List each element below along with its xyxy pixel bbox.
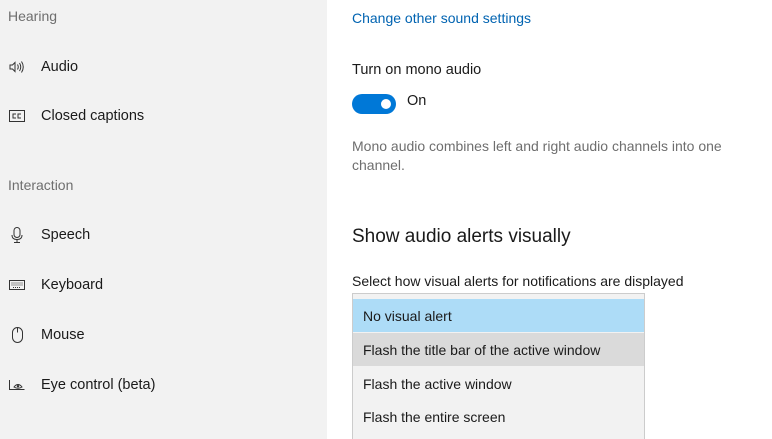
keyboard-icon (8, 276, 26, 294)
dropdown-option-flash-title-bar[interactable]: Flash the title bar of the active window (353, 333, 644, 366)
visual-alert-dropdown-list[interactable]: No visual alert Flash the title bar of t… (352, 293, 645, 439)
sidebar-item-keyboard[interactable]: Keyboard (0, 268, 327, 302)
sidebar-item-speech[interactable]: Speech (0, 218, 327, 252)
mono-audio-description: Mono audio combines left and right audio… (352, 138, 722, 173)
dropdown-option-flash-active-window[interactable]: Flash the active window (353, 367, 644, 400)
sidebar-item-label: Keyboard (41, 277, 104, 293)
visual-alerts-select-label: Select how visual alerts for notificatio… (352, 273, 684, 289)
closed-captions-icon (8, 107, 26, 125)
mono-audio-toggle[interactable] (352, 94, 396, 114)
section-header-interaction: Interaction (8, 177, 74, 193)
mono-audio-label: Turn on mono audio (352, 62, 482, 78)
main-content: Change other sound settings Turn on mono… (327, 0, 772, 439)
settings-window: Hearing Audio Closed captions Interactio… (0, 0, 772, 439)
mouse-icon (8, 326, 26, 344)
toggle-knob (381, 99, 391, 109)
sidebar-item-label: Mouse (41, 327, 85, 343)
speaker-icon (8, 58, 26, 76)
change-other-sound-settings-link[interactable]: Change other sound settings (352, 10, 531, 26)
sidebar-item-label: Audio (41, 59, 79, 75)
dropdown-option-no-visual-alert[interactable]: No visual alert (353, 299, 644, 332)
microphone-icon (8, 226, 26, 244)
mono-audio-toggle-state: On (407, 93, 427, 109)
eye-control-icon (8, 376, 26, 394)
sidebar: Hearing Audio Closed captions Interactio… (0, 0, 327, 439)
sidebar-item-audio[interactable]: Audio (0, 50, 327, 84)
sidebar-item-label: Eye control (beta) (41, 377, 156, 393)
sidebar-item-label: Closed captions (41, 108, 145, 124)
audio-alerts-heading: Show audio alerts visually (352, 226, 571, 247)
section-header-hearing: Hearing (8, 8, 58, 24)
sidebar-item-label: Speech (41, 227, 91, 243)
sidebar-item-mouse[interactable]: Mouse (0, 318, 327, 352)
sidebar-item-closed-captions[interactable]: Closed captions (0, 99, 327, 133)
sidebar-item-eye-control[interactable]: Eye control (beta) (0, 368, 327, 402)
dropdown-option-flash-entire-screen[interactable]: Flash the entire screen (353, 400, 644, 433)
